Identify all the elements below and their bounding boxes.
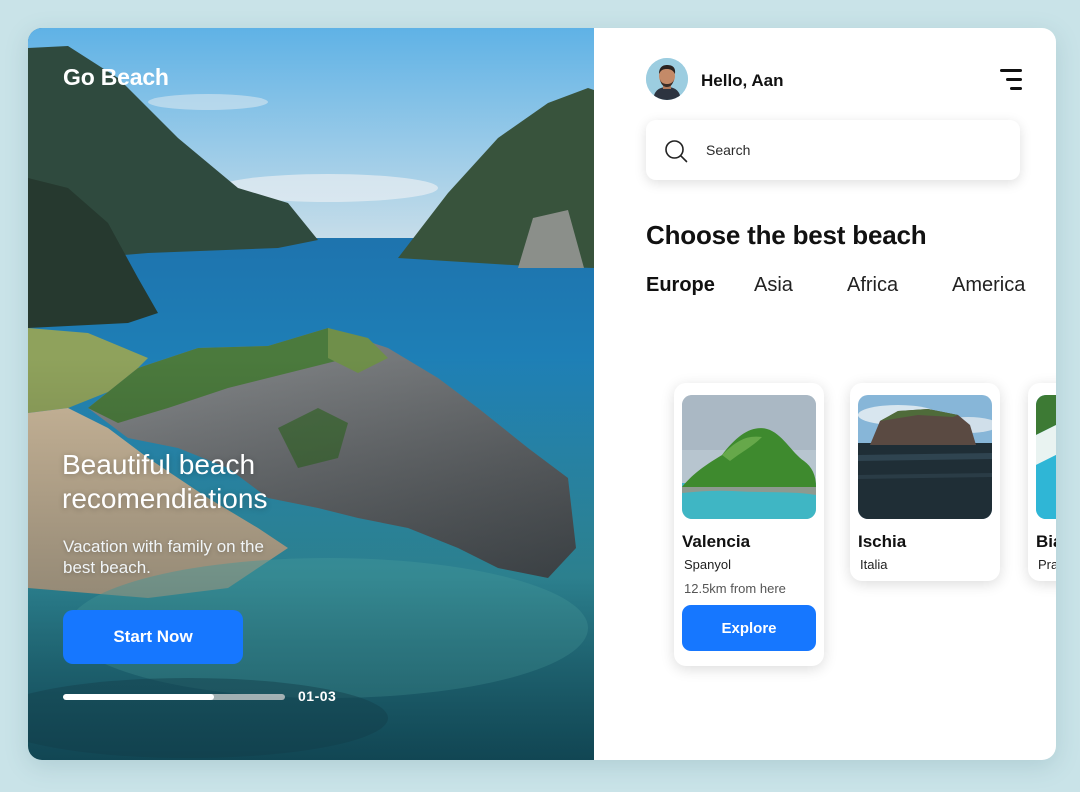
search-bar[interactable] (646, 120, 1020, 180)
slide-progress-bar (63, 694, 285, 700)
section-title: Choose the best beach (646, 220, 927, 250)
tab-asia[interactable]: Asia (754, 274, 793, 297)
avatar-portrait-image (646, 58, 688, 100)
content-panel: Hello, Aan Choose the best beach Europe … (594, 28, 1056, 760)
beach-card-biarritz[interactable]: Biarritz Prancis (1028, 383, 1056, 581)
hero-section: Go Beach Beautiful beach recomendiations… (28, 28, 594, 760)
explore-button[interactable]: Explore (682, 605, 816, 651)
tab-europe[interactable]: Europe (646, 274, 715, 297)
region-tabs: Europe Asia Africa America (646, 274, 1046, 304)
hero-subtitle: Vacation with family on the best beach. (63, 537, 264, 577)
card-name: Biarritz (1036, 532, 1056, 551)
app-frame: Go Beach Beautiful beach recomendiations… (28, 28, 1056, 760)
card-name: Ischia (858, 532, 907, 551)
ischia-thumbnail (858, 395, 992, 519)
card-country: Prancis (1038, 557, 1056, 572)
biarritz-thumbnail (1036, 395, 1056, 519)
greeting-text: Hello, Aan (701, 71, 784, 90)
user-avatar[interactable] (646, 58, 688, 100)
card-country: Spanyol (684, 557, 731, 572)
search-input[interactable] (706, 134, 996, 166)
start-now-button[interactable]: Start Now (63, 610, 243, 664)
beach-card-valencia[interactable]: Valencia Spanyol 12.5km from here Explor… (674, 383, 824, 666)
card-distance: 12.5km from here (684, 581, 786, 596)
tab-africa[interactable]: Africa (847, 274, 898, 297)
card-name: Valencia (682, 532, 751, 551)
search-icon (665, 140, 688, 163)
card-country: Italia (860, 557, 888, 572)
beach-card-ischia[interactable]: Ischia Italia (850, 383, 1000, 581)
brand-logo[interactable]: Go Beach (63, 64, 169, 91)
menu-icon[interactable] (996, 69, 1022, 91)
tab-america[interactable]: America (952, 274, 1025, 297)
valencia-thumbnail (682, 395, 816, 519)
slide-progress-fill (63, 694, 214, 700)
hero-title: Beautiful beach recomendiations (62, 449, 268, 514)
slide-counter: 01-03 (298, 688, 337, 704)
